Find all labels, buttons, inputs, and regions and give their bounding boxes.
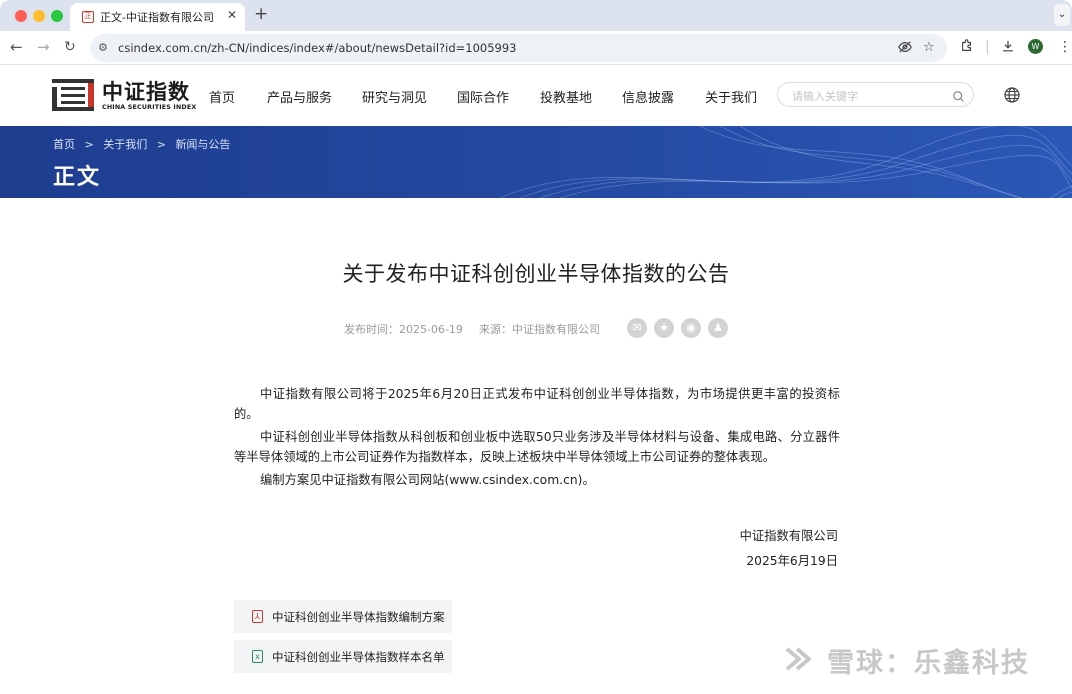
xueqiu-watermark: 雪球：乐鑫科技 [783,637,1051,681]
nav-research[interactable]: 研究与洞见 [362,87,427,106]
signature-date: 2025年6月19日 [746,554,838,568]
attachment-excel[interactable]: x 中证科创创业半导体指数样本名单 [234,640,452,673]
new-tab-icon[interactable]: + [254,5,268,23]
signature-org: 中证指数有限公司 [739,529,838,543]
logo-text[interactable]: 中证指数 [102,80,190,104]
nav-about[interactable]: 关于我们 [705,87,757,106]
reload-icon[interactable]: ↻ [64,39,76,55]
search-icon[interactable] [952,86,965,107]
article-paragraph: 编制方案见中证指数有限公司网站(www.csindex.com.cn)。 [260,473,595,487]
publish-time: 发布时间：2025-06-19 [344,323,463,336]
toolbar-divider: | [985,39,990,55]
browser-toolbar: ← → ↻ ⚙ csindex.com.cn/zh-CN/indices/ind… [0,31,1072,65]
breadcrumb-about[interactable]: 关于我们 [103,138,147,151]
forward-arrow-icon[interactable]: → [37,39,50,55]
kebab-menu-icon[interactable]: ⋮ [1058,39,1072,55]
back-arrow-icon[interactable]: ← [10,39,23,55]
csindex-logo-icon[interactable] [52,79,94,111]
weibo-share-icon[interactable]: ◉ [681,318,701,338]
eye-off-icon[interactable] [898,40,912,58]
excel-icon: x [252,650,263,663]
article-body: 中证指数有限公司将于2025年6月20日正式发布中证科创创业半导体指数，为市场提… [234,384,840,493]
wechat-share-icon[interactable]: ✉ [627,318,647,338]
nav-home[interactable]: 首页 [209,87,235,106]
bookmark-star-icon[interactable]: ☆ [923,40,935,55]
tab-search-chevron-icon[interactable]: ⌄ [1054,4,1070,26]
pdf-icon: ⅄ [252,610,263,623]
search-input[interactable]: 请输入关键字 [777,82,974,107]
article-source: 来源：中证指数有限公司 [479,323,600,336]
site-header: 中证指数 CHINA SECURITIES INDEX 首页 产品与服务 研究与… [0,65,1072,126]
download-icon[interactable] [1001,39,1015,57]
breadcrumb-separator: > [84,138,94,151]
logo-subtext: CHINA SECURITIES INDEX [102,104,197,111]
tab-strip: 正 正文-中证指数有限公司 ✕ + ⌄ [0,0,1072,31]
nav-disclosure[interactable]: 信息披露 [622,87,674,106]
browser-tab[interactable]: 正 正文-中证指数有限公司 ✕ [70,3,245,31]
address-bar[interactable]: ⚙ csindex.com.cn/zh-CN/indices/index#/ab… [90,34,947,62]
profile-avatar[interactable]: W [1028,39,1043,54]
site-settings-icon[interactable]: ⚙ [98,41,108,54]
page-title: 正文 [53,165,102,190]
browser-window: 正 正文-中证指数有限公司 ✕ + ⌄ ← → ↻ ⚙ csindex.com.… [0,0,1072,694]
article-paragraph: 中证科创创业半导体指数从科创板和创业板中选取50只业务涉及半导体材料与设备、集成… [234,430,840,464]
language-globe-icon[interactable] [1004,87,1020,103]
nav-international[interactable]: 国际合作 [457,87,509,106]
watermark-text: 雪球：乐鑫科技 [827,648,1030,679]
search-placeholder: 请输入关键字 [792,90,858,103]
breadcrumb-home[interactable]: 首页 [53,138,75,151]
page-banner: 首页 > 关于我们 > 新闻与公告 正文 [0,126,1072,198]
tab-title: 正文-中证指数有限公司 [100,11,214,24]
article-title: 关于发布中证科创创业半导体指数的公告 [342,262,730,286]
url-text: csindex.com.cn/zh-CN/indices/index#/abou… [118,41,517,55]
extensions-icon[interactable] [960,39,974,57]
qq-share-icon[interactable]: ♟ [708,318,728,338]
breadcrumb: 首页 > 关于我们 > 新闻与公告 [53,136,236,152]
close-window-button[interactable] [15,10,27,22]
xueqiu-logo-icon [785,647,811,671]
breadcrumb-separator: > [156,138,166,151]
breadcrumb-news[interactable]: 新闻与公告 [175,138,230,151]
nav-education[interactable]: 投教基地 [540,87,592,106]
attachment-pdf[interactable]: ⅄ 中证科创创业半导体指数编制方案 [234,600,452,633]
attachment-label[interactable]: 中证科创创业半导体指数编制方案 [272,609,445,625]
attachment-label[interactable]: 中证科创创业半导体指数样本名单 [272,649,445,665]
maximize-window-button[interactable] [51,10,63,22]
favorite-share-icon[interactable]: ★ [654,318,674,338]
site-favicon-icon: 正 [82,11,94,23]
close-tab-icon[interactable]: ✕ [227,8,237,22]
article-paragraph: 中证指数有限公司将于2025年6月20日正式发布中证科创创业半导体指数，为市场提… [234,387,840,421]
nav-products[interactable]: 产品与服务 [267,87,332,106]
minimize-window-button[interactable] [33,10,45,22]
